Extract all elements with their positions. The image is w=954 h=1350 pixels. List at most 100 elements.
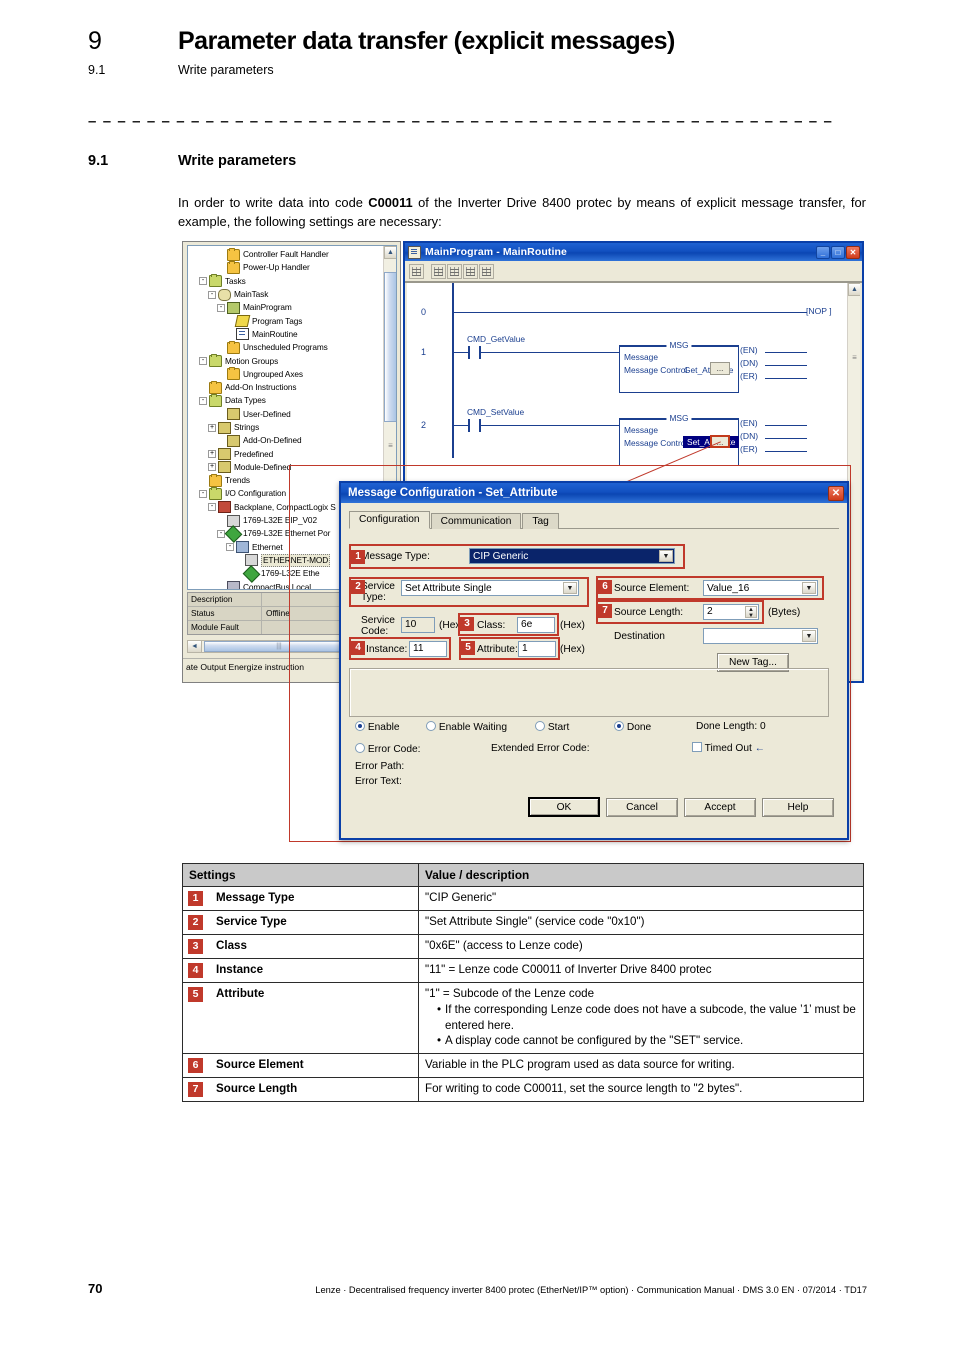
tree-item[interactable]: - MainProgram: [190, 301, 382, 314]
tree-item[interactable]: Ungrouped Axes: [190, 367, 382, 381]
examine-on-icon[interactable]: [463, 263, 478, 279]
collapse-icon[interactable]: -: [208, 290, 216, 299]
branch-level-icon[interactable]: [447, 263, 462, 279]
tab-tag[interactable]: Tag: [522, 513, 559, 529]
collapse-icon[interactable]: -: [199, 357, 207, 366]
service-type-value: Set Attribute Single: [405, 582, 492, 594]
message-type-combobox[interactable]: CIP Generic ▼: [469, 548, 675, 564]
folder-green-icon: [209, 486, 222, 500]
tree-item-label: Strings: [234, 422, 260, 432]
service-type-combobox[interactable]: Set Attribute Single ▼: [401, 580, 579, 596]
input-tag-name[interactable]: CMD_SetValue: [467, 407, 524, 417]
rung-number: 2: [421, 420, 427, 430]
cancel-button[interactable]: Cancel: [606, 798, 678, 817]
new-rung-icon[interactable]: [409, 263, 424, 279]
collapse-icon[interactable]: -: [217, 529, 225, 538]
tree-item[interactable]: Power-Up Handler: [190, 260, 382, 274]
service-code-label-line1: Service: [361, 615, 395, 626]
row-bullet-item: If the corresponding Lenze code does not…: [437, 1002, 857, 1033]
collapse-icon[interactable]: -: [217, 303, 225, 312]
instance-field[interactable]: 11: [409, 641, 447, 657]
collapse-icon[interactable]: -: [199, 277, 207, 286]
source-length-value: 2: [707, 606, 713, 617]
spinner-icon[interactable]: ▲ ▼: [745, 606, 757, 619]
chevron-down-icon[interactable]: ▼: [802, 630, 816, 642]
minimize-button[interactable]: _: [816, 245, 830, 259]
tree-item[interactable]: - Motion Groups: [190, 354, 382, 368]
tree-item[interactable]: Program Tags: [190, 314, 382, 328]
tree-item[interactable]: User-Defined: [190, 408, 382, 421]
radio-off-icon: [426, 721, 436, 731]
config-panel-divider: [349, 668, 829, 717]
help-button[interactable]: Help: [762, 798, 834, 817]
folder-green-icon: [209, 354, 222, 368]
rung-line: [765, 378, 807, 379]
nop-instruction[interactable]: [NOP ]: [806, 306, 832, 316]
destination-combobox[interactable]: ▼: [703, 628, 818, 644]
scroll-up-arrow[interactable]: ▲: [848, 283, 860, 296]
error-code-label: Error Code:: [367, 744, 421, 755]
tree-item[interactable]: + Strings: [190, 421, 382, 434]
chevron-down-icon[interactable]: ▼: [802, 582, 816, 594]
rung-line: [765, 451, 807, 452]
tree-item[interactable]: Unscheduled Programs: [190, 340, 382, 354]
chevron-down-icon[interactable]: ▼: [659, 550, 673, 562]
expand-icon[interactable]: +: [208, 423, 216, 432]
collapse-icon[interactable]: -: [226, 543, 234, 552]
output-energize-icon[interactable]: [479, 263, 494, 279]
start-radio[interactable]: Start: [535, 721, 569, 733]
msg-en-coil: (EN): [740, 418, 758, 428]
tree-item[interactable]: Controller Fault Handler: [190, 247, 382, 261]
tree-item[interactable]: + Module-Defined: [190, 461, 382, 474]
row-badge: 2: [188, 915, 203, 930]
close-button[interactable]: ✕: [846, 245, 860, 259]
rung-line: [765, 365, 807, 366]
enable-label: Enable: [367, 722, 400, 733]
scroll-thumb[interactable]: [384, 272, 396, 422]
tree-item[interactable]: + Predefined: [190, 447, 382, 461]
input-tag-name[interactable]: CMD_GetValue: [467, 334, 525, 344]
tree-item[interactable]: - MainTask: [190, 288, 382, 301]
enable-radio[interactable]: Enable: [355, 721, 400, 733]
chevron-down-icon[interactable]: ▼: [563, 582, 577, 594]
branch-icon[interactable]: [431, 263, 446, 279]
xic-contact[interactable]: [468, 346, 481, 359]
dialog-title-text: Message Configuration - Set_Attribute: [348, 487, 558, 499]
tree-item[interactable]: - Data Types: [190, 393, 382, 407]
attribute-field[interactable]: 1: [518, 641, 556, 657]
collapse-icon[interactable]: -: [199, 489, 207, 498]
ok-button[interactable]: OK: [528, 797, 600, 817]
accept-button[interactable]: Accept: [684, 798, 756, 817]
tree-item[interactable]: - Tasks: [190, 274, 382, 288]
collapse-icon[interactable]: -: [199, 396, 207, 405]
tree-item[interactable]: Add-On-Defined: [190, 434, 382, 447]
intro-paragraph: In order to write data into code C00011 …: [178, 193, 866, 231]
tab-communication[interactable]: Communication: [430, 513, 522, 529]
dialog-titlebar: Message Configuration - Set_Attribute ✕: [341, 483, 847, 503]
collapse-icon[interactable]: -: [208, 503, 216, 512]
table-header-row: Settings Value / description: [182, 863, 864, 887]
tree-item-label: Trends: [225, 475, 250, 486]
timed-out-checkbox[interactable]: Timed Out ←: [692, 742, 765, 754]
tree-item-label: MainTask: [234, 289, 269, 300]
scroll-left-arrow[interactable]: ◄: [188, 641, 202, 652]
done-radio[interactable]: Done: [614, 721, 651, 733]
service-code-field: 10: [401, 617, 435, 633]
source-element-combobox[interactable]: Value_16 ▼: [703, 580, 818, 596]
expand-icon[interactable]: +: [208, 463, 216, 472]
enable-waiting-radio[interactable]: Enable Waiting: [426, 721, 507, 733]
maximize-button[interactable]: □: [831, 245, 845, 259]
tree-item[interactable]: Add-On Instructions: [190, 380, 382, 394]
tab-configuration[interactable]: Configuration: [349, 511, 430, 529]
scroll-up-arrow[interactable]: ▲: [384, 246, 396, 259]
xic-contact[interactable]: [468, 419, 481, 432]
horizontal-scroll-thumb[interactable]: |||: [204, 641, 354, 652]
dialog-close-button[interactable]: ✕: [828, 485, 844, 501]
source-length-field[interactable]: 2 ▲ ▼: [703, 604, 759, 620]
msg-ellipsis-button[interactable]: ...: [710, 362, 730, 375]
section-heading: 9.1 Write parameters: [88, 153, 296, 169]
error-code-radio[interactable]: Error Code:: [355, 743, 421, 755]
tree-item[interactable]: MainRoutine: [190, 328, 382, 341]
class-field[interactable]: 6e: [517, 617, 555, 633]
expand-icon[interactable]: +: [208, 450, 216, 459]
